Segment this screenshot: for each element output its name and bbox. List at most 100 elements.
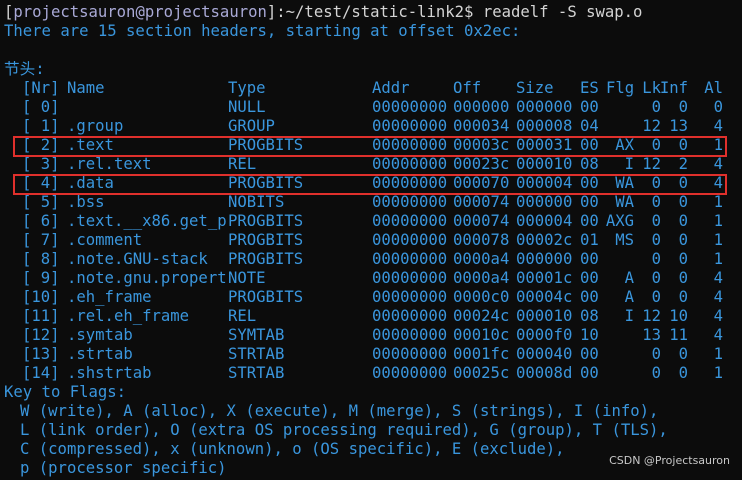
cell-addr: 00000000: [372, 98, 448, 116]
cell-type: NOBITS: [228, 193, 285, 211]
cell-size: 000031: [516, 136, 573, 154]
cell-off: 00010c: [453, 326, 510, 344]
cell-flg: I: [624, 307, 634, 325]
cell-type: NOTE: [228, 269, 266, 287]
cell-addr: 00000000: [372, 288, 448, 306]
table-row: [ 0] NULL 00000000 000000 000000 00 0 0 0: [0, 98, 742, 117]
cell-al: 1: [713, 231, 723, 249]
prompt-path: ~/test/static-link2: [285, 3, 465, 21]
cell-flg: MS: [615, 231, 634, 249]
cell-size: 000008: [516, 117, 573, 135]
cell-off: 000074: [453, 212, 510, 230]
cell-inf: 0: [678, 136, 688, 154]
cell-lk: 12: [642, 307, 661, 325]
cell-name: .bss: [67, 193, 105, 211]
table-row: [ 3] .rel.text REL 00000000 00023c 000010 08 I 1…: [0, 155, 742, 174]
cell-flg: WA: [615, 193, 634, 211]
header-flg: Flg: [606, 79, 635, 97]
cell-inf: 0: [678, 212, 688, 230]
cell-nr: [ 9]: [22, 269, 60, 287]
cell-type: PROGBITS: [228, 174, 304, 192]
cell-es: 00: [580, 345, 599, 363]
cell-type: REL: [228, 155, 257, 173]
cell-size: 000000: [516, 193, 573, 211]
csdn-watermark: CSDN @Projectsauron: [609, 454, 730, 467]
cell-inf: 0: [678, 231, 688, 249]
cell-es: 01: [580, 231, 599, 249]
cell-name: .data: [67, 174, 114, 192]
cell-flg: A: [624, 288, 634, 306]
cell-type: PROGBITS: [228, 250, 304, 268]
cell-off: 000000: [453, 98, 510, 116]
cell-size: 000004: [516, 212, 573, 230]
cell-nr: [13]: [22, 345, 60, 363]
cell-type: GROUP: [228, 117, 275, 135]
table-row: [ 6] .text.__x86.get_p PROGBITS 00000000 000…: [0, 212, 742, 231]
cell-nr: [11]: [22, 307, 60, 325]
cell-inf: 11: [669, 326, 688, 344]
table-row: [12] .symtab SYMTAB 00000000 00010c 0000f0 10 1…: [0, 326, 742, 345]
cell-lk: 12: [642, 155, 661, 173]
cell-addr: 00000000: [372, 117, 448, 135]
cell-nr: [ 3]: [22, 155, 60, 173]
cell-inf: 0: [678, 345, 688, 363]
table-row: [ 2] .text PROGBITS 00000000 00003c 000031 00 A…: [0, 136, 742, 155]
cell-name: .group: [67, 117, 124, 135]
table-row: [10] .eh_frame PROGBITS 00000000 0000c0 00004…: [0, 288, 742, 307]
cell-al: 0: [713, 98, 723, 116]
cell-al: 1: [713, 212, 723, 230]
cell-nr: [ 6]: [22, 212, 60, 230]
cell-al: 1: [713, 345, 723, 363]
cell-lk: 0: [651, 212, 661, 230]
header-nr: [Nr]: [22, 79, 60, 97]
cell-al: 4: [713, 288, 723, 306]
header-addr: Addr: [372, 79, 410, 97]
cell-al: 1: [713, 193, 723, 211]
cell-size: 00004c: [516, 288, 573, 306]
cell-nr: [10]: [22, 288, 60, 306]
cell-flg: A: [624, 269, 634, 287]
cell-flg: I: [624, 155, 634, 173]
flags-line: L (link order), O (extra OS processing r…: [20, 421, 668, 439]
table-row: [ 5] .bss NOBITS 00000000 000074 000000 00 WA 0 0…: [0, 193, 742, 212]
cell-flg: AX: [615, 136, 634, 154]
cell-addr: 00000000: [372, 231, 448, 249]
table-row: [14] .shstrtab STRTAB 00000000 00025c 00008d 0…: [0, 364, 742, 383]
cell-inf: 0: [678, 288, 688, 306]
cell-inf: 0: [678, 250, 688, 268]
table-row: [11] .rel.eh_frame REL 00000000 00024c 000010…: [0, 307, 742, 326]
cell-addr: 00000000: [372, 326, 448, 344]
flags-title: Key to Flags:: [4, 383, 127, 401]
cell-size: 00001c: [516, 269, 573, 287]
cell-addr: 00000000: [372, 307, 448, 325]
cell-size: 000000: [516, 98, 573, 116]
cell-flg: WA: [615, 174, 634, 192]
cell-es: 00: [580, 250, 599, 268]
cell-es: 00: [580, 174, 599, 192]
header-name: Name: [67, 79, 105, 97]
cell-es: 00: [580, 212, 599, 230]
cell-inf: 0: [678, 269, 688, 287]
cell-lk: 0: [651, 174, 661, 192]
cell-lk: 12: [642, 117, 661, 135]
cell-es: 00: [580, 269, 599, 287]
header-lk: Lk: [642, 79, 661, 97]
cell-off: 00003c: [453, 136, 510, 154]
cell-type: PROGBITS: [228, 136, 304, 154]
terminal-window[interactable]: [projectsauron@projectsauron]:~/test/sta…: [0, 0, 742, 480]
cell-addr: 00000000: [372, 155, 448, 173]
cell-type: SYMTAB: [228, 326, 285, 344]
cell-off: 000074: [453, 193, 510, 211]
prompt-user-host: projectsauron@projectsauron: [13, 3, 267, 21]
cell-off: 000070: [453, 174, 510, 192]
header-size: Size: [516, 79, 554, 97]
header-es: ES: [580, 79, 599, 97]
prompt-line: [projectsauron@projectsauron]:~/test/sta…: [4, 3, 642, 22]
cell-addr: 00000000: [372, 136, 448, 154]
cell-name: .shstrtab: [67, 364, 152, 382]
cell-name: .comment: [67, 231, 143, 249]
cell-es: 00: [580, 136, 599, 154]
prompt-separator: :: [276, 3, 286, 21]
cell-type: STRTAB: [228, 345, 285, 363]
cell-addr: 00000000: [372, 345, 448, 363]
